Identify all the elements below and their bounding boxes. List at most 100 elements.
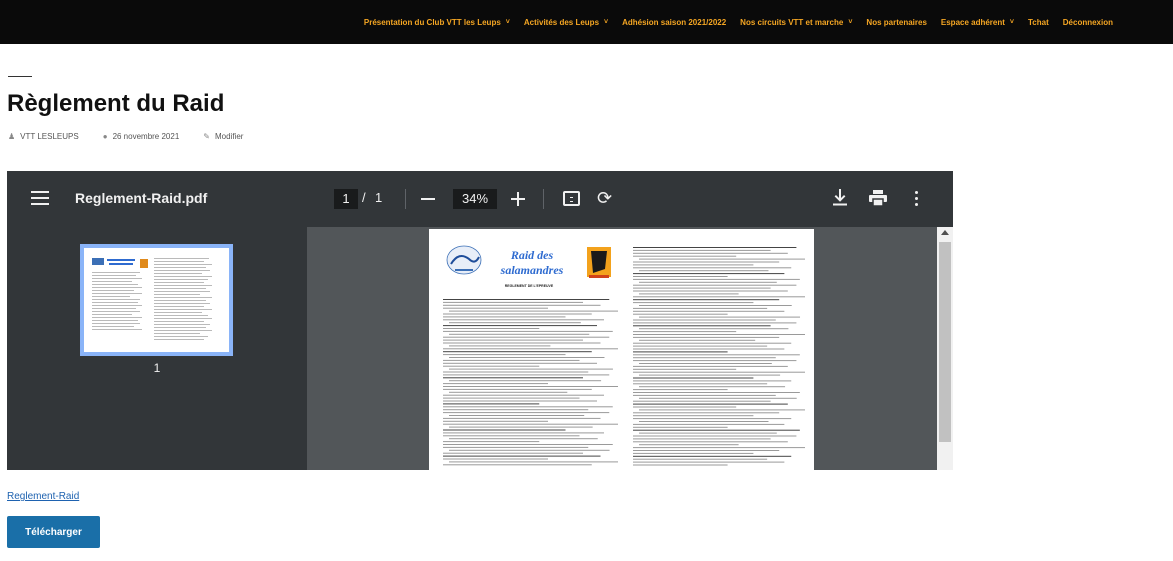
- more-options-icon[interactable]: [915, 191, 919, 207]
- pdf-text-line: [443, 420, 548, 422]
- pdf-text-line: [633, 400, 771, 402]
- post-author[interactable]: ♟ VTT LESLEUPS: [8, 132, 79, 141]
- pdf-text-line: [443, 365, 540, 367]
- pdf-text-line: [443, 313, 592, 315]
- pdf-text-line: [443, 452, 583, 454]
- date-text: 26 novembre 2021: [112, 132, 180, 141]
- pdf-text-line: [443, 336, 610, 338]
- post-meta: ♟ VTT LESLEUPS ● 26 novembre 2021 ✎ Modi…: [8, 132, 267, 141]
- pdf-text-line: [633, 322, 797, 324]
- pdf-text-line: [443, 441, 540, 443]
- scrollbar-thumb[interactable]: [939, 242, 951, 442]
- pdf-text-line: [633, 450, 780, 451]
- pdf-text-line: [633, 452, 754, 454]
- pdf-text-line: [443, 386, 618, 387]
- nav-item[interactable]: Adhésion saison 2021/2022: [622, 18, 726, 27]
- zoom-in-icon[interactable]: [511, 191, 527, 207]
- clock-icon: ●: [102, 132, 108, 141]
- pdf-text-line: [633, 249, 771, 251]
- pdf-text-line: [633, 383, 768, 385]
- pdf-text-line: [443, 377, 583, 379]
- pdf-text-line: [633, 360, 797, 362]
- pdf-text-line: [639, 421, 769, 422]
- download-icon[interactable]: [833, 189, 847, 211]
- pdf-text-line: [443, 429, 566, 431]
- nav-item[interactable]: Présentation du Club VTT les Leups ˅: [364, 18, 510, 27]
- pdf-text-line: [633, 377, 754, 379]
- pdf-text-line: [633, 299, 780, 301]
- pdf-text-line: [633, 313, 728, 315]
- nav-item[interactable]: Activités des Leups ˅: [524, 18, 608, 27]
- pdf-text-line: [639, 258, 805, 260]
- pdf-scrollbar[interactable]: [937, 227, 953, 470]
- pdf-text-line: [633, 438, 771, 440]
- download-button[interactable]: Télécharger: [7, 516, 100, 548]
- pdf-text-line: [633, 284, 797, 286]
- menu-icon[interactable]: [31, 191, 49, 205]
- pdf-text-line: [639, 305, 792, 306]
- pdf-text-line: [633, 264, 754, 266]
- nav-item[interactable]: Déconnexion: [1063, 18, 1113, 27]
- pdf-text-line: [633, 267, 792, 269]
- pdf-text-line: [443, 304, 601, 306]
- pdf-text-line: [633, 336, 780, 338]
- page-thumbnail[interactable]: [80, 244, 233, 356]
- page-number-input[interactable]: 1: [334, 189, 358, 209]
- pdf-text-line: [449, 449, 610, 451]
- chevron-down-icon: ˅: [1009, 18, 1015, 26]
- pdf-text-line: [633, 247, 797, 248]
- pdf-text-line: [639, 397, 797, 399]
- pdf-text-line: [633, 371, 805, 373]
- pdf-text-line: [633, 406, 737, 408]
- nav-item[interactable]: Nos circuits VTT et marche ˅: [740, 18, 852, 27]
- chevron-down-icon: ˅: [604, 18, 609, 26]
- pdf-text-line: [443, 362, 597, 364]
- user-icon: ♟: [8, 132, 16, 141]
- pdf-text-line: [633, 392, 800, 393]
- pdf-text-line: [443, 432, 604, 434]
- edit-label: Modifier: [214, 132, 244, 141]
- pdf-text-line: [633, 342, 792, 344]
- pdf-text-line: [443, 446, 589, 448]
- pdf-text-line: [443, 394, 604, 396]
- zoom-out-icon[interactable]: [421, 198, 435, 200]
- pdf-text-line: [633, 368, 737, 370]
- pdf-text-line: [633, 415, 754, 417]
- pdf-text-line: [633, 307, 768, 309]
- nav-item[interactable]: Espace adhérent ˅: [941, 18, 1014, 27]
- pdf-text-line: [449, 345, 551, 347]
- edit-link[interactable]: ✎ Modifier: [203, 132, 243, 141]
- pdf-text-line: [443, 339, 583, 341]
- pdf-text-line: [443, 299, 610, 300]
- scroll-up-icon[interactable]: [941, 230, 949, 235]
- pdf-text-line: [443, 351, 592, 353]
- pdf-text-line: [443, 301, 583, 303]
- pdf-text-line: [449, 333, 590, 335]
- pdf-text-line: [639, 293, 739, 295]
- pdf-page: Raid des salamandres REGLEMENT DE L'EPRE…: [429, 229, 814, 470]
- pdf-text-line: [633, 357, 776, 359]
- pdf-text-line: [449, 322, 581, 324]
- toolbar-divider: [543, 189, 544, 209]
- pdf-text-line: [449, 380, 602, 382]
- nav-item[interactable]: Tchat: [1028, 18, 1049, 27]
- pdf-text-line: [639, 386, 786, 388]
- pdf-text-line: [633, 334, 805, 335]
- pdf-text-line: [449, 438, 598, 440]
- nav-item-label: Nos partenaires: [866, 17, 927, 27]
- club-logo-left: [446, 245, 482, 275]
- pdf-text-line: [443, 464, 592, 466]
- pdf-text-line: [443, 383, 548, 385]
- zoom-input[interactable]: 34%: [453, 189, 497, 209]
- pdf-text-line: [633, 418, 792, 420]
- pdf-text-line: [633, 447, 805, 449]
- pdf-text-line: [639, 328, 789, 330]
- file-link[interactable]: Reglement-Raid: [7, 491, 79, 502]
- nav-item[interactable]: Nos partenaires: [866, 18, 926, 27]
- pdf-text-line: [633, 461, 785, 463]
- fit-page-icon[interactable]: [563, 191, 580, 206]
- toolbar-divider: [405, 189, 406, 209]
- pdf-text-line: [443, 455, 601, 457]
- rotate-icon[interactable]: ⟳: [597, 188, 612, 209]
- print-icon[interactable]: [869, 190, 887, 211]
